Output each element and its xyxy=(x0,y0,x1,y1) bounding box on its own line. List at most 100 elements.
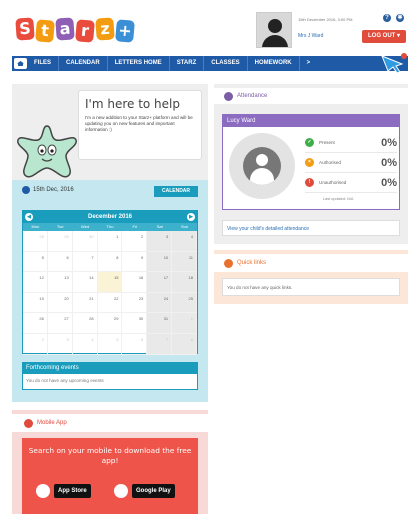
quick-links-panel: Quick links You do not have any quick li… xyxy=(214,250,408,304)
forthcoming-events: Forthcoming events You do not have any u… xyxy=(22,362,198,390)
android-icon xyxy=(114,484,128,498)
attendance-label: Unauthorised xyxy=(319,180,347,185)
calendar-day[interactable]: 9 xyxy=(122,251,148,273)
calendar-day[interactable]: 14 xyxy=(72,272,98,293)
nav-item[interactable]: CALENDAR xyxy=(59,56,108,71)
calendar-day[interactable]: 5 xyxy=(23,251,48,273)
avatar xyxy=(256,12,292,48)
attendance-panel: Attendance Lucy Ward ✓ Present 0% × Authoris… xyxy=(214,84,408,244)
user-date: 15th December 2016, 3:00 PM xyxy=(298,17,353,22)
calendar-day[interactable]: 29 xyxy=(97,313,123,334)
calendar-day[interactable]: 16 xyxy=(122,272,148,293)
attendance-detail-link[interactable]: View your child's detailed attendance xyxy=(222,220,400,236)
google-play-group: Google Play xyxy=(114,482,175,500)
calendar-day[interactable]: 7 xyxy=(147,333,173,355)
calendar-day[interactable]: 13 xyxy=(47,272,73,293)
weekday-label: Tue xyxy=(56,224,64,229)
student-name: Lucy Ward xyxy=(223,115,399,127)
calendar-day[interactable]: 30 xyxy=(122,313,148,334)
calendar-day[interactable]: 11 xyxy=(172,251,197,273)
calendar-day[interactable]: 27 xyxy=(47,313,73,334)
calendar-day[interactable]: 4 xyxy=(172,231,197,252)
next-month-icon[interactable]: ▶ xyxy=(187,213,195,221)
welcome-panel: I'm here to help I'm a new addition to y… xyxy=(12,84,208,190)
last-updated: Last updated: N/A xyxy=(323,197,354,201)
calendar-day[interactable]: 1 xyxy=(172,313,197,334)
prev-month-icon[interactable]: ◀ xyxy=(25,213,33,221)
logo-letter: + xyxy=(115,19,135,43)
calendar-day[interactable]: 29 xyxy=(47,231,73,252)
mobile-app-title: Mobile App xyxy=(37,420,67,426)
app-promo: Search on your mobile to download the fr… xyxy=(22,438,198,514)
app-promo-text: Search on your mobile to download the fr… xyxy=(28,446,192,466)
attendance-donut xyxy=(229,133,295,199)
nav-item[interactable]: LETTERS HOME xyxy=(108,56,170,71)
calendar-button[interactable]: CALENDAR xyxy=(154,186,198,197)
question-icon[interactable]: ? xyxy=(383,14,391,22)
calendar-date: 15th Dec, 2016 xyxy=(33,187,74,193)
calendar-day[interactable]: 30 xyxy=(72,231,98,252)
nav-item[interactable]: CLASSES xyxy=(204,56,248,71)
calendar-day[interactable]: 8 xyxy=(97,251,123,273)
logo-letter: z xyxy=(95,17,115,41)
calendar-day[interactable]: 2 xyxy=(122,231,148,252)
calendar-day[interactable]: 19 xyxy=(23,292,48,314)
calendar-day[interactable]: 24 xyxy=(147,292,173,314)
calendar-day[interactable]: 23 xyxy=(122,292,148,314)
logo-letter: r xyxy=(75,19,95,43)
nav-item[interactable]: STARZ xyxy=(170,56,205,71)
weekday-label: Fri xyxy=(132,224,138,229)
calendar-day[interactable]: 22 xyxy=(97,292,123,314)
help-title: I'm here to help xyxy=(85,97,180,111)
calendar-day[interactable]: 18 xyxy=(172,272,197,293)
quick-links-empty-text: You do not have any quick links. xyxy=(222,278,400,296)
weekday-label: Sun xyxy=(181,224,189,229)
calendar-day[interactable]: 2 xyxy=(23,333,48,355)
calendar-day[interactable]: 6 xyxy=(122,333,148,355)
calendar-day[interactable]: 12 xyxy=(23,272,48,293)
calendar-day[interactable]: 5 xyxy=(97,333,123,355)
attendance-header: Attendance xyxy=(214,88,408,104)
home-icon[interactable] xyxy=(14,58,27,69)
calendar-day[interactable]: 1 xyxy=(97,231,123,252)
weekday-label: Mon xyxy=(31,224,40,229)
attendance-percent: 0% xyxy=(381,156,397,169)
calendar-day[interactable]: 3 xyxy=(47,333,73,355)
calendar-day[interactable]: 25 xyxy=(172,292,197,314)
calendar-day[interactable]: 6 xyxy=(47,251,73,273)
calendar-day[interactable]: 7 xyxy=(72,251,98,273)
calendar-day[interactable]: 20 xyxy=(47,292,73,314)
mobile-app-header: Mobile App xyxy=(12,414,208,432)
status-icon: ✓ xyxy=(305,138,314,147)
calendar-day[interactable]: 17 xyxy=(147,272,173,293)
nav-item[interactable]: HOMEWORK xyxy=(248,56,300,71)
starz-logo[interactable]: St a r z + xyxy=(15,17,135,43)
calendar-day[interactable]: 8 xyxy=(172,333,197,355)
calendar-day[interactable]: 3 xyxy=(147,231,173,252)
nav-item[interactable]: FILES xyxy=(27,56,60,71)
calendar-day[interactable]: 28 xyxy=(72,313,98,334)
weekday-label: Thu xyxy=(106,224,114,229)
app-store-button[interactable]: App Store xyxy=(54,484,91,498)
mobile-icon xyxy=(24,418,33,428)
calendar-day[interactable]: 10 xyxy=(147,251,173,273)
attendance-row: × Authorised 0% xyxy=(305,153,397,173)
logout-button[interactable]: LOG OUT ▾ xyxy=(362,30,406,43)
google-play-button[interactable]: Google Play xyxy=(132,484,175,498)
student-avatar xyxy=(243,147,281,185)
calendar-day[interactable]: 4 xyxy=(72,333,98,355)
calendar-day[interactable]: 31 xyxy=(147,313,173,334)
user-name-link[interactable]: Mrs J Ward xyxy=(298,33,323,39)
calendar-day[interactable]: 21 xyxy=(72,292,98,314)
pointer-arrow-icon xyxy=(381,53,407,74)
events-empty-text: You do not have any upcoming events xyxy=(26,378,104,383)
help-bubble: I'm here to help I'm a new addition to y… xyxy=(78,90,202,160)
nav-item[interactable]: > xyxy=(300,56,318,71)
gear-icon[interactable]: ✱ xyxy=(396,14,404,22)
mobile-app-panel: Mobile App Search on your mobile to down… xyxy=(12,410,208,514)
calendar-day[interactable]: 26 xyxy=(23,313,48,334)
star-mascot-icon xyxy=(17,125,77,178)
calendar-day-today[interactable]: 15 xyxy=(97,272,123,293)
events-title: Forthcoming events xyxy=(23,363,197,374)
calendar-day[interactable]: 28 xyxy=(23,231,48,252)
